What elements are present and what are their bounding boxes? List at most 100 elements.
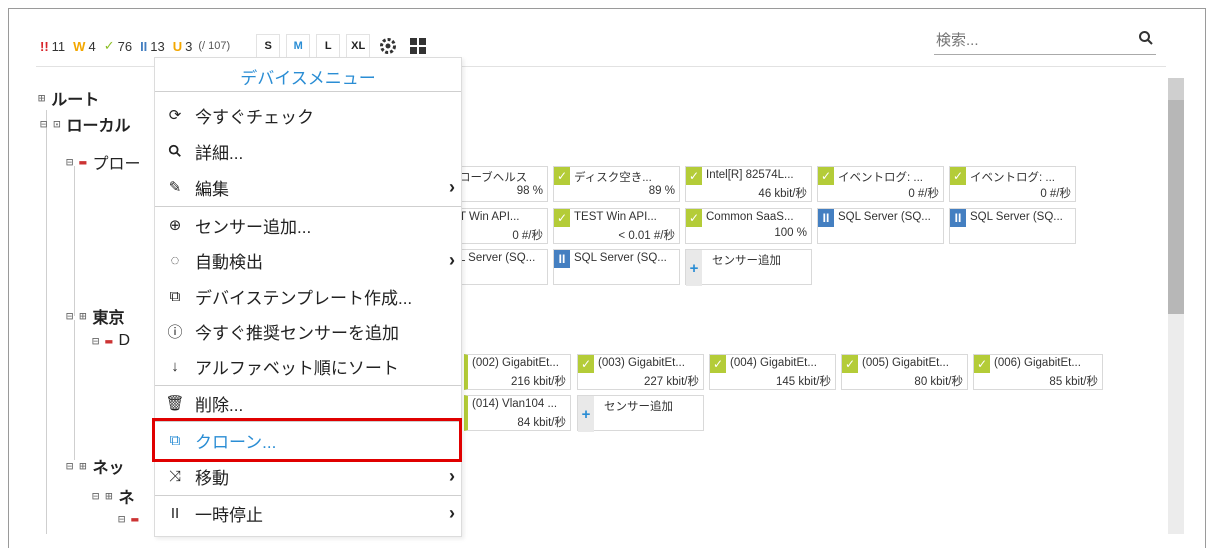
tree-node-network[interactable]: ⊟ ⊞ ネッ (66, 454, 124, 478)
check-icon: ✓ (950, 167, 966, 185)
menu-item-label: アルファベット順にソート (195, 358, 399, 378)
sensor-name: (006) GigabitEt... (994, 357, 1081, 369)
size-s-button[interactable]: S (256, 34, 281, 58)
sensor-tile[interactable]: ✓ ディスク空き... 89 % (553, 166, 680, 202)
menu-item-details[interactable]: 詳細... (155, 134, 461, 168)
sensor-name: (014) Vlan104 ... (472, 398, 558, 410)
pause-icon: II (140, 38, 148, 54)
menu-item-create-template[interactable]: ⧉ デバイステンプレート作成... (155, 279, 461, 313)
sensor-name: T Win API... (459, 211, 520, 223)
sensor-name: Common SaaS... (706, 211, 794, 223)
menu-item-move[interactable]: ⤨ 移動 › (155, 459, 461, 493)
tree-node-d[interactable]: ⊟ ▬ D (92, 332, 130, 350)
menu-item-label: デバイステンプレート作成... (195, 288, 413, 308)
tree-node-probe[interactable]: ⊟ ▬ プロー (66, 150, 140, 174)
menu-item-sort-alpha[interactable]: ↓ アルファベット順にソート (155, 349, 461, 383)
scrollbar-up[interactable] (1168, 78, 1184, 100)
tree-node-root[interactable]: ⊞ ルート (38, 86, 99, 110)
menu-item-recommend-sensors[interactable]: ⓘ 今すぐ推奨センサーを追加 (155, 314, 461, 348)
sensor-tile[interactable]: T Win API... 0 #/秒 (452, 208, 548, 244)
sensor-tile[interactable]: ✓ Intel[R] 82574L... 46 kbit/秒 (685, 166, 812, 202)
sensor-value: 80 kbit/秒 (914, 376, 963, 388)
sensor-name: SQL Server (SQ... (970, 211, 1063, 223)
check-icon: ✓ (686, 209, 702, 227)
tree-node-tokyo[interactable]: ⊟ ⊞ 東京 (66, 304, 124, 328)
circle-icon: ◌ (170, 251, 180, 269)
menu-item-auto-discovery[interactable]: ◌ 自動検出 › (155, 243, 461, 277)
sensor-value: 145 kbit/秒 (776, 376, 831, 388)
paused-count[interactable]: II 13 (140, 39, 165, 54)
pause-icon: II (554, 250, 570, 268)
sensor-tile[interactable]: ✓ イベントログ: ... 0 #/秒 (949, 166, 1076, 202)
menu-item-delete[interactable]: 🗑 削除... (155, 386, 461, 420)
total-count: (/ 107) (198, 40, 231, 52)
unusual-count[interactable]: U 3 (/ 107) (173, 39, 230, 54)
sensor-tile[interactable]: ✓ (003) GigabitEt... 227 kbit/秒 (577, 354, 704, 390)
sensor-tile[interactable]: II SQL Server (SQ... (553, 249, 680, 285)
tree-node-network-child[interactable]: ⊟ ⊞ ネ (92, 484, 134, 508)
warning-count[interactable]: W 4 (73, 39, 96, 54)
grid-icon[interactable] (406, 34, 430, 58)
menu-item-add-sensor[interactable]: ⊕ センサー追加... (155, 208, 461, 242)
menu-item-check-now[interactable]: ⟳ 今すぐチェック (155, 98, 461, 132)
scrollbar-thumb[interactable] (1168, 100, 1184, 314)
sensor-tile[interactable]: ✓ (006) GigabitEt... 85 kbit/秒 (973, 354, 1103, 390)
add-sensor-label: センサー追加 (604, 401, 673, 413)
sensor-tile[interactable]: II SQL Server (SQ... (949, 208, 1076, 244)
group-icon: ⊞ (79, 459, 87, 473)
refresh-icon: ⟳ (168, 107, 182, 124)
sensor-tile[interactable]: II SQL Server (SQ... (817, 208, 944, 244)
menu-item-edit[interactable]: ✎ 編集 › (155, 170, 461, 204)
tree-node-local[interactable]: ⊟ ⊡ ローカル (40, 112, 130, 136)
trash-icon: 🗑 (165, 395, 185, 412)
sensor-tile[interactable]: ✓ (005) GigabitEt... 80 kbit/秒 (841, 354, 968, 390)
sensor-value: 84 kbit/秒 (517, 417, 566, 429)
sensor-tile[interactable]: ✓ イベントログ: ... 0 #/秒 (817, 166, 944, 202)
check-icon: ✓ (842, 355, 858, 373)
plus-circle-icon: ⊕ (168, 217, 182, 234)
sensor-tile[interactable]: (002) GigabitEt... 216 kbit/秒 (464, 354, 571, 390)
sensor-name: イベントログ: ... (970, 172, 1055, 184)
add-sensor-tile[interactable]: + センサー追加 (577, 395, 704, 432)
sensor-name: TEST Win API... (574, 211, 657, 223)
device-icon: ▬ (131, 512, 139, 526)
sensor-tile[interactable]: L Server (SQ... (452, 249, 548, 285)
menu-item-label: 自動検出 (195, 252, 263, 272)
sensor-tile[interactable]: ✓ TEST Win API... < 0.01 #/秒 (553, 208, 680, 244)
tree-line (46, 110, 47, 534)
tree-node-label: ネ (118, 490, 135, 507)
up-count[interactable]: ✓ 76 (104, 38, 132, 54)
group-icon: ⊞ (38, 91, 46, 105)
sensor-tile[interactable]: (014) Vlan104 ... 84 kbit/秒 (464, 395, 571, 431)
tree-node-label: ローカル (66, 118, 131, 135)
menu-title: デバイスメニュー (240, 69, 376, 88)
sensor-tile[interactable]: ✓ (004) GigabitEt... 145 kbit/秒 (709, 354, 836, 390)
sensor-tile[interactable]: ローブヘルス 98 % (452, 166, 548, 202)
error-count-value: 11 (51, 38, 66, 54)
tree-line (74, 166, 75, 316)
sensor-name: L Server (SQ... (459, 252, 536, 264)
search-input[interactable] (934, 30, 1116, 49)
size-xl-button[interactable]: XL (346, 34, 371, 58)
check-icon: ✓ (103, 38, 115, 53)
sensor-name: (003) GigabitEt... (598, 357, 685, 369)
tree-node-device[interactable]: ⊟ ▬ (118, 512, 144, 526)
sensor-name: (004) GigabitEt... (730, 357, 817, 369)
sensor-value: 0 #/秒 (1040, 188, 1071, 200)
check-icon: ✓ (554, 209, 570, 227)
device-icon: ▬ (79, 155, 87, 169)
gear-icon[interactable] (376, 34, 400, 58)
add-sensor-tile[interactable]: + センサー追加 (685, 249, 812, 286)
sensor-tile[interactable]: ✓ Common SaaS... 100 % (685, 208, 812, 244)
group-icon: ⊞ (79, 309, 87, 323)
sensor-value: 85 kbit/秒 (1049, 376, 1098, 388)
search-icon[interactable] (1138, 30, 1154, 49)
plus-icon: + (578, 396, 594, 432)
menu-item-label: 一時停止 (195, 505, 263, 525)
menu-item-pause[interactable]: II 一時停止 › (155, 496, 461, 530)
error-icon: !! (40, 38, 49, 54)
tree-node-label: ルート (51, 92, 100, 109)
size-l-button[interactable]: L (316, 34, 341, 58)
error-count[interactable]: !! 11 (40, 39, 65, 54)
size-m-button[interactable]: M (286, 34, 311, 58)
